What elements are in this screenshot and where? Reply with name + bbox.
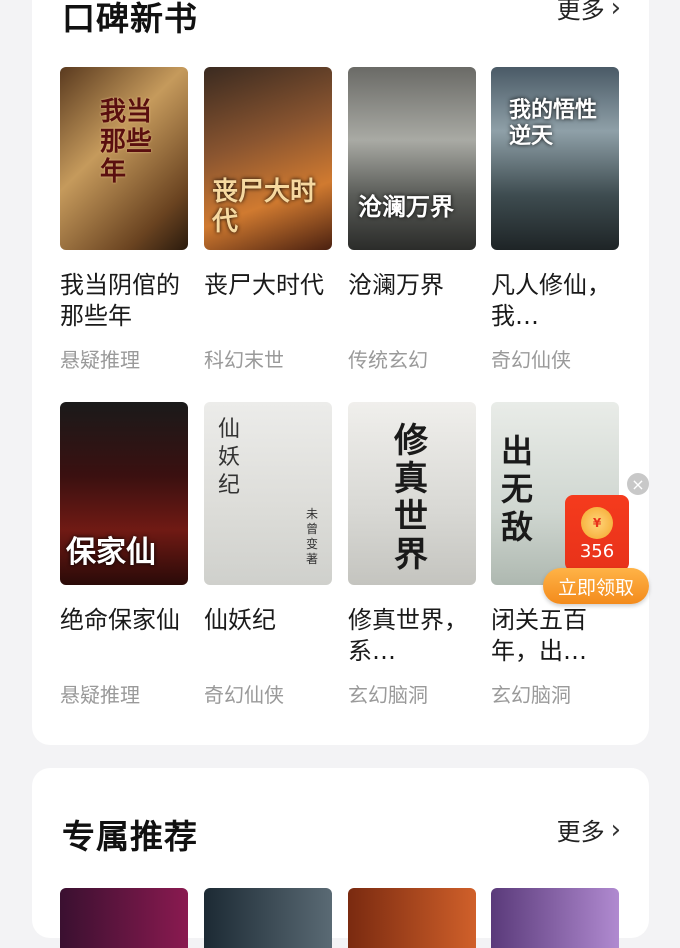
- cover-title: 沧澜万界: [358, 192, 454, 221]
- book-title: 丧尸大时代: [204, 271, 324, 299]
- book-cover[interactable]: [60, 888, 188, 948]
- book-genre: 悬疑推理: [60, 348, 140, 372]
- more-button[interactable]: 更多 ›: [557, 812, 621, 847]
- book-cover[interactable]: [348, 888, 476, 948]
- book-card[interactable]: 保家仙 绝命保家仙 悬疑推理: [60, 402, 190, 708]
- book-cover[interactable]: 沧澜万界: [348, 67, 476, 250]
- book-genre: 奇幻仙侠: [491, 348, 571, 372]
- book-title: 绝命保家仙: [60, 606, 180, 634]
- cover-title: 仙妖纪: [218, 417, 241, 498]
- chevron-right-icon: ›: [610, 814, 621, 845]
- book-card[interactable]: 修真世界 修真世界，系… 玄幻脑洞: [348, 402, 478, 708]
- book-genre: 悬疑推理: [60, 683, 140, 707]
- more-button[interactable]: 更多 ›: [557, 0, 621, 25]
- book-title: 凡人修仙，我…: [491, 271, 611, 330]
- book-genre: 玄幻脑洞: [491, 683, 571, 707]
- chevron-right-icon: ›: [610, 0, 621, 23]
- cover-title: 丧尸大时代: [212, 177, 317, 237]
- book-title: 闭关五百年，出…: [491, 606, 587, 665]
- coin-icon: ¥: [581, 507, 613, 539]
- book-genre: 玄幻脑洞: [348, 683, 428, 707]
- packet-amount: 356: [579, 541, 615, 562]
- book-cover[interactable]: 我当那些年: [60, 67, 188, 250]
- close-icon[interactable]: ×: [627, 473, 649, 495]
- book-cover[interactable]: 丧尸大时代: [204, 67, 332, 250]
- cover-title: 修真世界: [394, 421, 428, 575]
- red-packet[interactable]: ¥ 356: [565, 495, 629, 571]
- book-title: 沧澜万界: [348, 271, 444, 299]
- claim-button[interactable]: 立即领取: [543, 568, 649, 604]
- cover-title: 出无敌: [501, 432, 534, 546]
- book-cover[interactable]: 修真世界: [348, 402, 476, 585]
- book-card[interactable]: 我的悟性逆天 凡人修仙，我… 奇幻仙侠: [491, 67, 621, 373]
- book-title: 我当阴倌的那些年: [60, 271, 180, 330]
- book-card[interactable]: 丧尸大时代 丧尸大时代 科幻末世: [204, 67, 334, 373]
- section-title: 口碑新书: [62, 0, 198, 38]
- section-title: 专属推荐: [62, 817, 198, 856]
- book-genre: 科幻末世: [204, 348, 284, 372]
- book-cover[interactable]: [491, 888, 619, 948]
- cover-title: 我当那些年: [100, 97, 153, 187]
- cover-title: 保家仙: [66, 535, 156, 570]
- cover-title: 我的悟性逆天: [509, 97, 598, 149]
- book-genre: 传统玄幻: [348, 348, 428, 372]
- book-card[interactable]: 沧澜万界 沧澜万界 传统玄幻: [348, 67, 478, 373]
- book-title: 仙妖纪: [204, 606, 276, 634]
- exclusive-recommend-section: 专属推荐 更多 ›: [32, 768, 649, 948]
- more-label: 更多: [556, 0, 605, 24]
- book-card[interactable]: 我当那些年 我当阴倌的那些年 悬疑推理: [60, 67, 190, 373]
- book-card[interactable]: 仙妖纪 未曾变 著 仙妖纪 奇幻仙侠: [204, 402, 334, 708]
- book-genre: 奇幻仙侠: [204, 683, 284, 707]
- book-cover[interactable]: 我的悟性逆天: [491, 67, 619, 250]
- book-cover[interactable]: 仙妖纪 未曾变 著: [204, 402, 332, 585]
- book-title: 修真世界，系…: [348, 606, 468, 665]
- cover-author: 未曾变 著: [306, 507, 319, 566]
- more-label: 更多: [556, 818, 605, 846]
- book-cover[interactable]: 保家仙: [60, 402, 188, 585]
- good-reviews-section: 口碑新书 更多 › 我当那些年 我当阴倌的那些年 悬疑推理 丧尸大时代 丧尸大时…: [32, 0, 649, 745]
- book-cover[interactable]: [204, 888, 332, 948]
